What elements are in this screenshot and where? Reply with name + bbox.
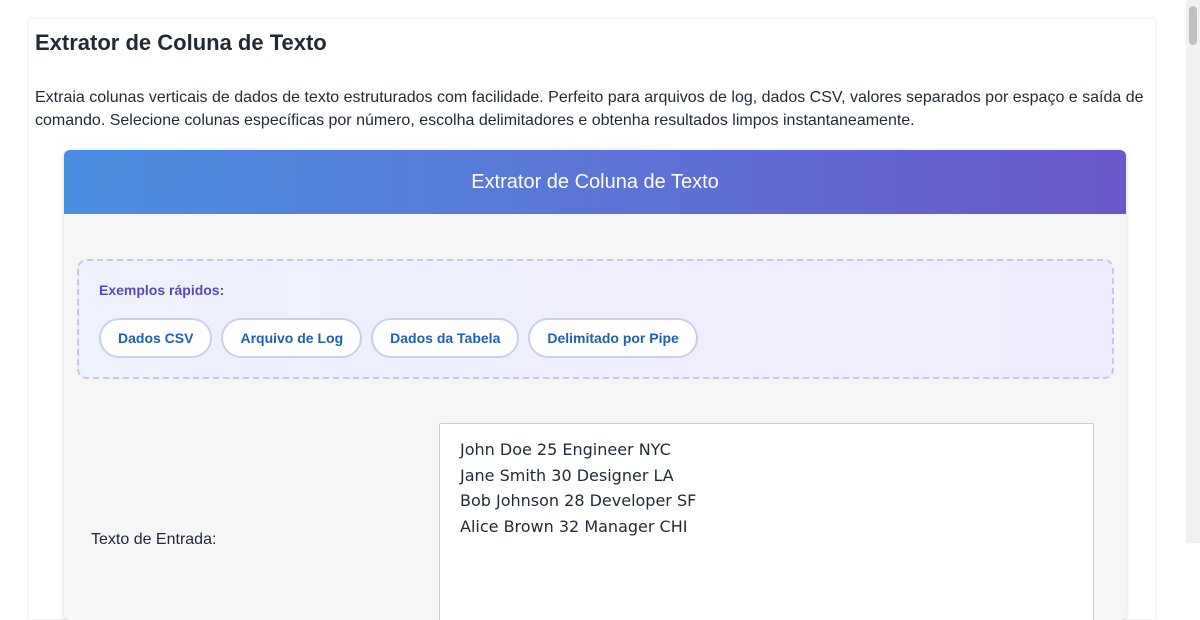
scrollbar-thumb[interactable]: [1189, 6, 1197, 45]
input-text-area[interactable]: John Doe 25 Engineer NYC Jane Smith 30 D…: [439, 423, 1094, 620]
page-title: Extrator de Coluna de Texto: [35, 30, 327, 55]
quick-examples-label: Exemplos rápidos:: [99, 282, 225, 298]
page-scrollbar[interactable]: [1186, 0, 1200, 543]
quick-examples-buttons: Dados CSV Arquivo de Log Dados da Tabela…: [99, 318, 698, 358]
example-pipe-delimited-button[interactable]: Delimitado por Pipe: [528, 318, 698, 358]
page-container: Extrator de Coluna de Texto Extraia colu…: [29, 19, 1155, 620]
tool-header: Extrator de Coluna de Texto: [64, 150, 1126, 214]
page-description: Extraia colunas verticais de dados de te…: [35, 89, 1144, 129]
text-column-extractor-tool: Extrator de Coluna de Texto Exemplos ráp…: [64, 150, 1126, 620]
quick-examples-panel: Exemplos rápidos: Dados CSV Arquivo de L…: [77, 259, 1114, 379]
tool-header-title: Extrator de Coluna de Texto: [471, 170, 719, 193]
example-log-file-button[interactable]: Arquivo de Log: [221, 318, 363, 358]
example-csv-button[interactable]: Dados CSV: [99, 318, 213, 358]
input-text-label: Texto de Entrada:: [91, 531, 217, 548]
example-table-data-button[interactable]: Dados da Tabela: [371, 318, 520, 358]
